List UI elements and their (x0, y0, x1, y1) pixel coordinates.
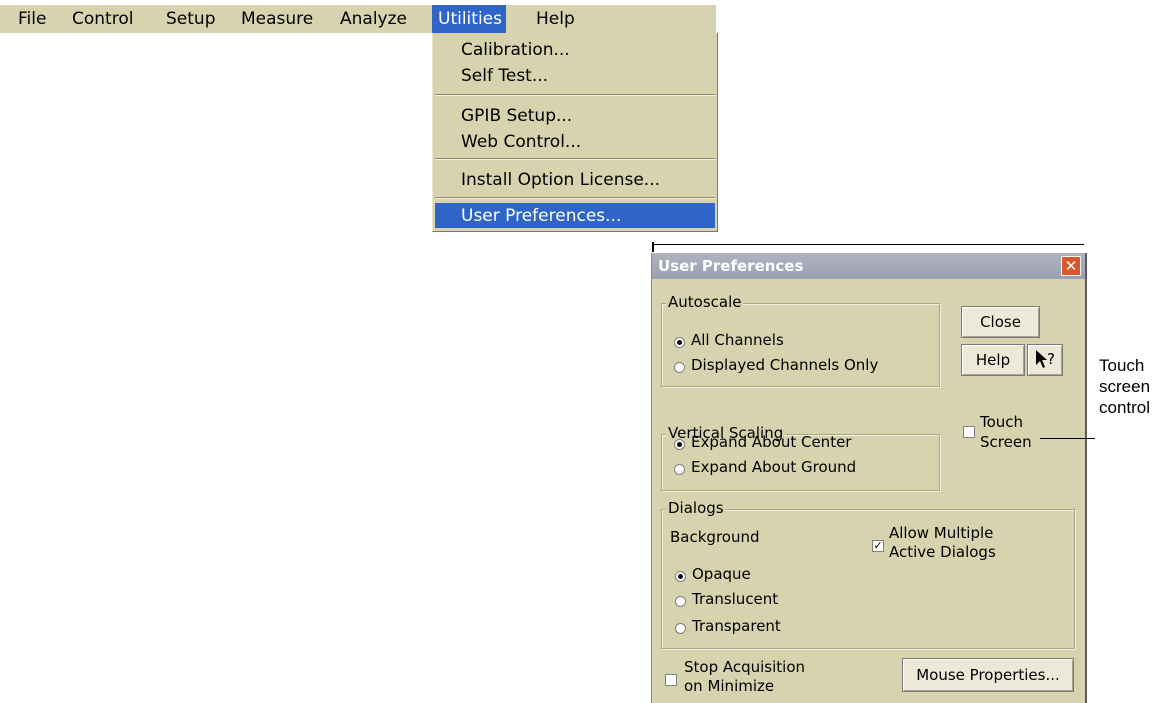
pointer-help-icon (1036, 350, 1047, 368)
mouse-properties-button[interactable]: Mouse Properties... (902, 658, 1074, 692)
touch-screen-label-line2: Screen (980, 433, 1032, 451)
radio-label-expand-about-ground: Expand About Ground (691, 458, 857, 476)
allow-multiple-label-line2: Active Dialogs (889, 543, 996, 561)
autoscale-group: Autoscale All Channels Displayed Channel… (661, 293, 940, 387)
radio-opaque[interactable] (675, 571, 686, 582)
radio-label-displayed-channels-only: Displayed Channels Only (691, 356, 879, 374)
radio-label-transparent: Transparent (692, 617, 781, 635)
whats-this-button[interactable]: ? (1027, 344, 1063, 376)
menu-control[interactable]: Control (66, 5, 139, 33)
radio-label-expand-about-center: Expand About Center (691, 433, 852, 451)
callout-line-2: screen (1099, 377, 1151, 396)
menu-item-self-test[interactable]: Self Test... (461, 63, 548, 89)
menu-analyze[interactable]: Analyze (334, 5, 413, 33)
menu-item-user-preferences[interactable]: User Preferences... (461, 203, 621, 229)
stop-acquisition-checkbox[interactable] (665, 674, 677, 686)
menu-separator (435, 197, 715, 199)
menu-item-web-control[interactable]: Web Control... (461, 129, 581, 155)
autoscale-label: Autoscale (666, 293, 744, 311)
menu-item-calibration[interactable]: Calibration... (461, 37, 570, 63)
menu-item-gpib-setup[interactable]: GPIB Setup... (461, 103, 572, 129)
menu-setup[interactable]: Setup (160, 5, 221, 33)
menu-separator (435, 94, 715, 96)
dialog-title-bar[interactable]: User Preferences ✕ (652, 253, 1085, 279)
window-edge-top (652, 244, 1084, 245)
allow-multiple-checkbox[interactable]: ✓ (872, 540, 884, 552)
user-preferences-dialog: User Preferences ✕ Autoscale All Channel… (651, 253, 1087, 703)
callout-line-1: Touch (1099, 356, 1145, 375)
close-icon[interactable]: ✕ (1061, 256, 1081, 276)
radio-label-all-channels: All Channels (691, 331, 784, 349)
dialog-title: User Preferences (658, 257, 804, 275)
menu-bar: File Control Setup Measure Analyze Utili… (0, 5, 716, 33)
menu-help[interactable]: Help (530, 5, 581, 33)
radio-label-opaque: Opaque (692, 565, 751, 583)
callout-line-3: control (1099, 398, 1151, 417)
vertical-scaling-group: Vertical Scaling Expand About Center Exp… (661, 424, 940, 491)
help-question-mark: ? (1047, 350, 1055, 368)
menu-item-install-option-license[interactable]: Install Option License... (461, 167, 660, 193)
touch-screen-callout: Touch screen control (1099, 355, 1150, 418)
menu-utilities[interactable]: Utilities (432, 5, 506, 33)
stop-acquisition-label-line2: on Minimize (684, 677, 775, 695)
touch-screen-label-line1: Touch (980, 413, 1024, 431)
radio-label-translucent: Translucent (692, 590, 779, 608)
help-button[interactable]: Help (961, 344, 1025, 376)
menu-measure[interactable]: Measure (235, 5, 319, 33)
allow-multiple-label-line1: Allow Multiple (889, 524, 994, 542)
radio-expand-about-center[interactable] (674, 439, 685, 450)
menu-file[interactable]: File (12, 5, 52, 33)
radio-displayed-channels-only[interactable] (674, 362, 685, 373)
radio-translucent[interactable] (675, 596, 686, 607)
touch-screen-checkbox[interactable] (963, 426, 975, 438)
dialogs-label: Dialogs (666, 499, 726, 517)
utilities-dropdown: Calibration... Self Test... GPIB Setup..… (432, 33, 718, 232)
radio-transparent[interactable] (675, 623, 686, 634)
radio-expand-about-ground[interactable] (674, 464, 685, 475)
menu-separator (435, 158, 715, 160)
dialogs-group: Dialogs Background Opaque Translucent Tr… (661, 499, 1075, 649)
stop-acquisition-label-line1: Stop Acquisition (684, 658, 806, 676)
callout-leader-line (1040, 438, 1095, 439)
radio-all-channels[interactable] (674, 337, 685, 348)
background-label: Background (670, 528, 760, 546)
close-button[interactable]: Close (961, 306, 1040, 338)
